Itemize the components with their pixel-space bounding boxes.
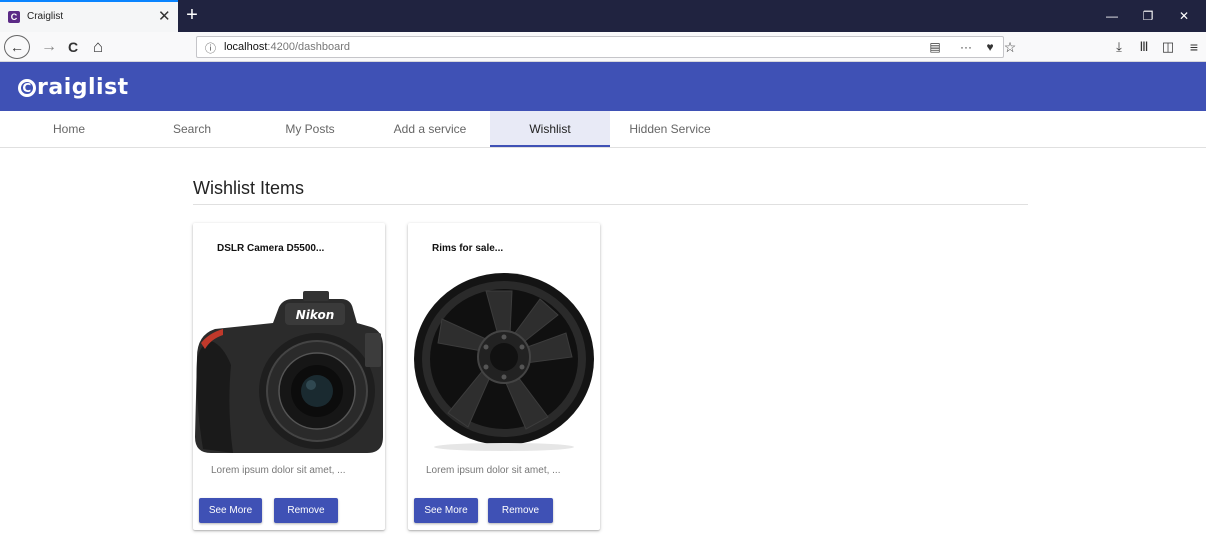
pocket-icon[interactable]: ♥ <box>983 36 997 58</box>
favicon-icon: C <box>8 11 20 23</box>
downloads-icon[interactable]: ⤓ <box>1110 36 1128 58</box>
see-more-button[interactable]: See More <box>199 498 262 523</box>
title-divider <box>193 204 1028 205</box>
card-description: Lorem ipsum dolor sit amet, ... <box>211 465 346 476</box>
new-tab-button[interactable]: + <box>182 3 202 27</box>
bookmark-star-icon[interactable]: ☆ <box>1002 36 1018 58</box>
tab-add-service[interactable]: Add a service <box>370 111 490 147</box>
card-description: Lorem ipsum dolor sit amet, ... <box>426 465 561 476</box>
camera-image: Nikon <box>195 291 383 453</box>
camera-brand-text: Nikon <box>296 308 335 322</box>
tab-search[interactable]: Search <box>130 111 250 147</box>
see-more-button[interactable]: See More <box>414 498 478 523</box>
craiglist-logo[interactable]: Craiglist <box>18 75 129 100</box>
card-title: DSLR Camera D5500... <box>217 243 325 254</box>
back-icon[interactable]: ← <box>4 35 30 59</box>
page-actions-icon[interactable]: ··· <box>957 36 975 58</box>
browser-tab-title: Craiglist <box>27 11 64 22</box>
home-icon[interactable]: ⌂ <box>88 36 108 58</box>
browser-tab[interactable]: C Craiglist ✕ <box>0 0 178 32</box>
window-controls: — ❐ ✕ <box>1094 0 1202 32</box>
remove-button[interactable]: Remove <box>488 498 553 523</box>
wishlist-card: DSLR Camera D5500... Nikon Lorem ipsum d… <box>193 223 385 530</box>
close-window-icon[interactable]: ✕ <box>1166 0 1202 32</box>
minimize-icon[interactable]: — <box>1094 0 1130 32</box>
reload-icon[interactable]: C <box>64 36 82 58</box>
tab-hidden-service[interactable]: Hidden Service <box>610 111 730 147</box>
sidebar-icon[interactable]: ◫ <box>1159 36 1177 58</box>
rim-image <box>414 273 594 451</box>
browser-toolbar: ← → C ⌂ ⓘ localhost:4200/dashboard ▤ ···… <box>0 32 1206 62</box>
forward-icon[interactable]: → <box>40 36 58 58</box>
tab-home[interactable]: Home <box>9 111 129 147</box>
remove-button[interactable]: Remove <box>274 498 338 523</box>
app-header: Craiglist <box>0 62 1206 111</box>
reader-view-icon[interactable]: ▤ <box>928 36 942 58</box>
site-info-icon[interactable]: ⓘ <box>205 40 216 56</box>
library-icon[interactable]: Ⅲ <box>1135 36 1153 58</box>
wishlist-card: Rims for sale... Lorem ipsum dolor sit a… <box>408 223 600 530</box>
close-tab-icon[interactable]: ✕ <box>158 8 171 26</box>
menu-icon[interactable]: ≡ <box>1186 36 1202 58</box>
card-title: Rims for sale... <box>432 243 504 254</box>
browser-tab-bar: C Craiglist ✕ + — ❐ ✕ <box>0 0 1206 32</box>
page-title: Wishlist Items <box>193 178 305 198</box>
address-bar[interactable]: ⓘ localhost:4200/dashboard <box>196 36 1004 58</box>
restore-icon[interactable]: ❐ <box>1130 0 1166 32</box>
tab-wishlist[interactable]: Wishlist <box>490 111 610 147</box>
app-nav-tabs: Home Search My Posts Add a service Wishl… <box>0 111 1206 148</box>
tab-my-posts[interactable]: My Posts <box>250 111 370 147</box>
url-text: localhost:4200/dashboard <box>224 41 350 53</box>
